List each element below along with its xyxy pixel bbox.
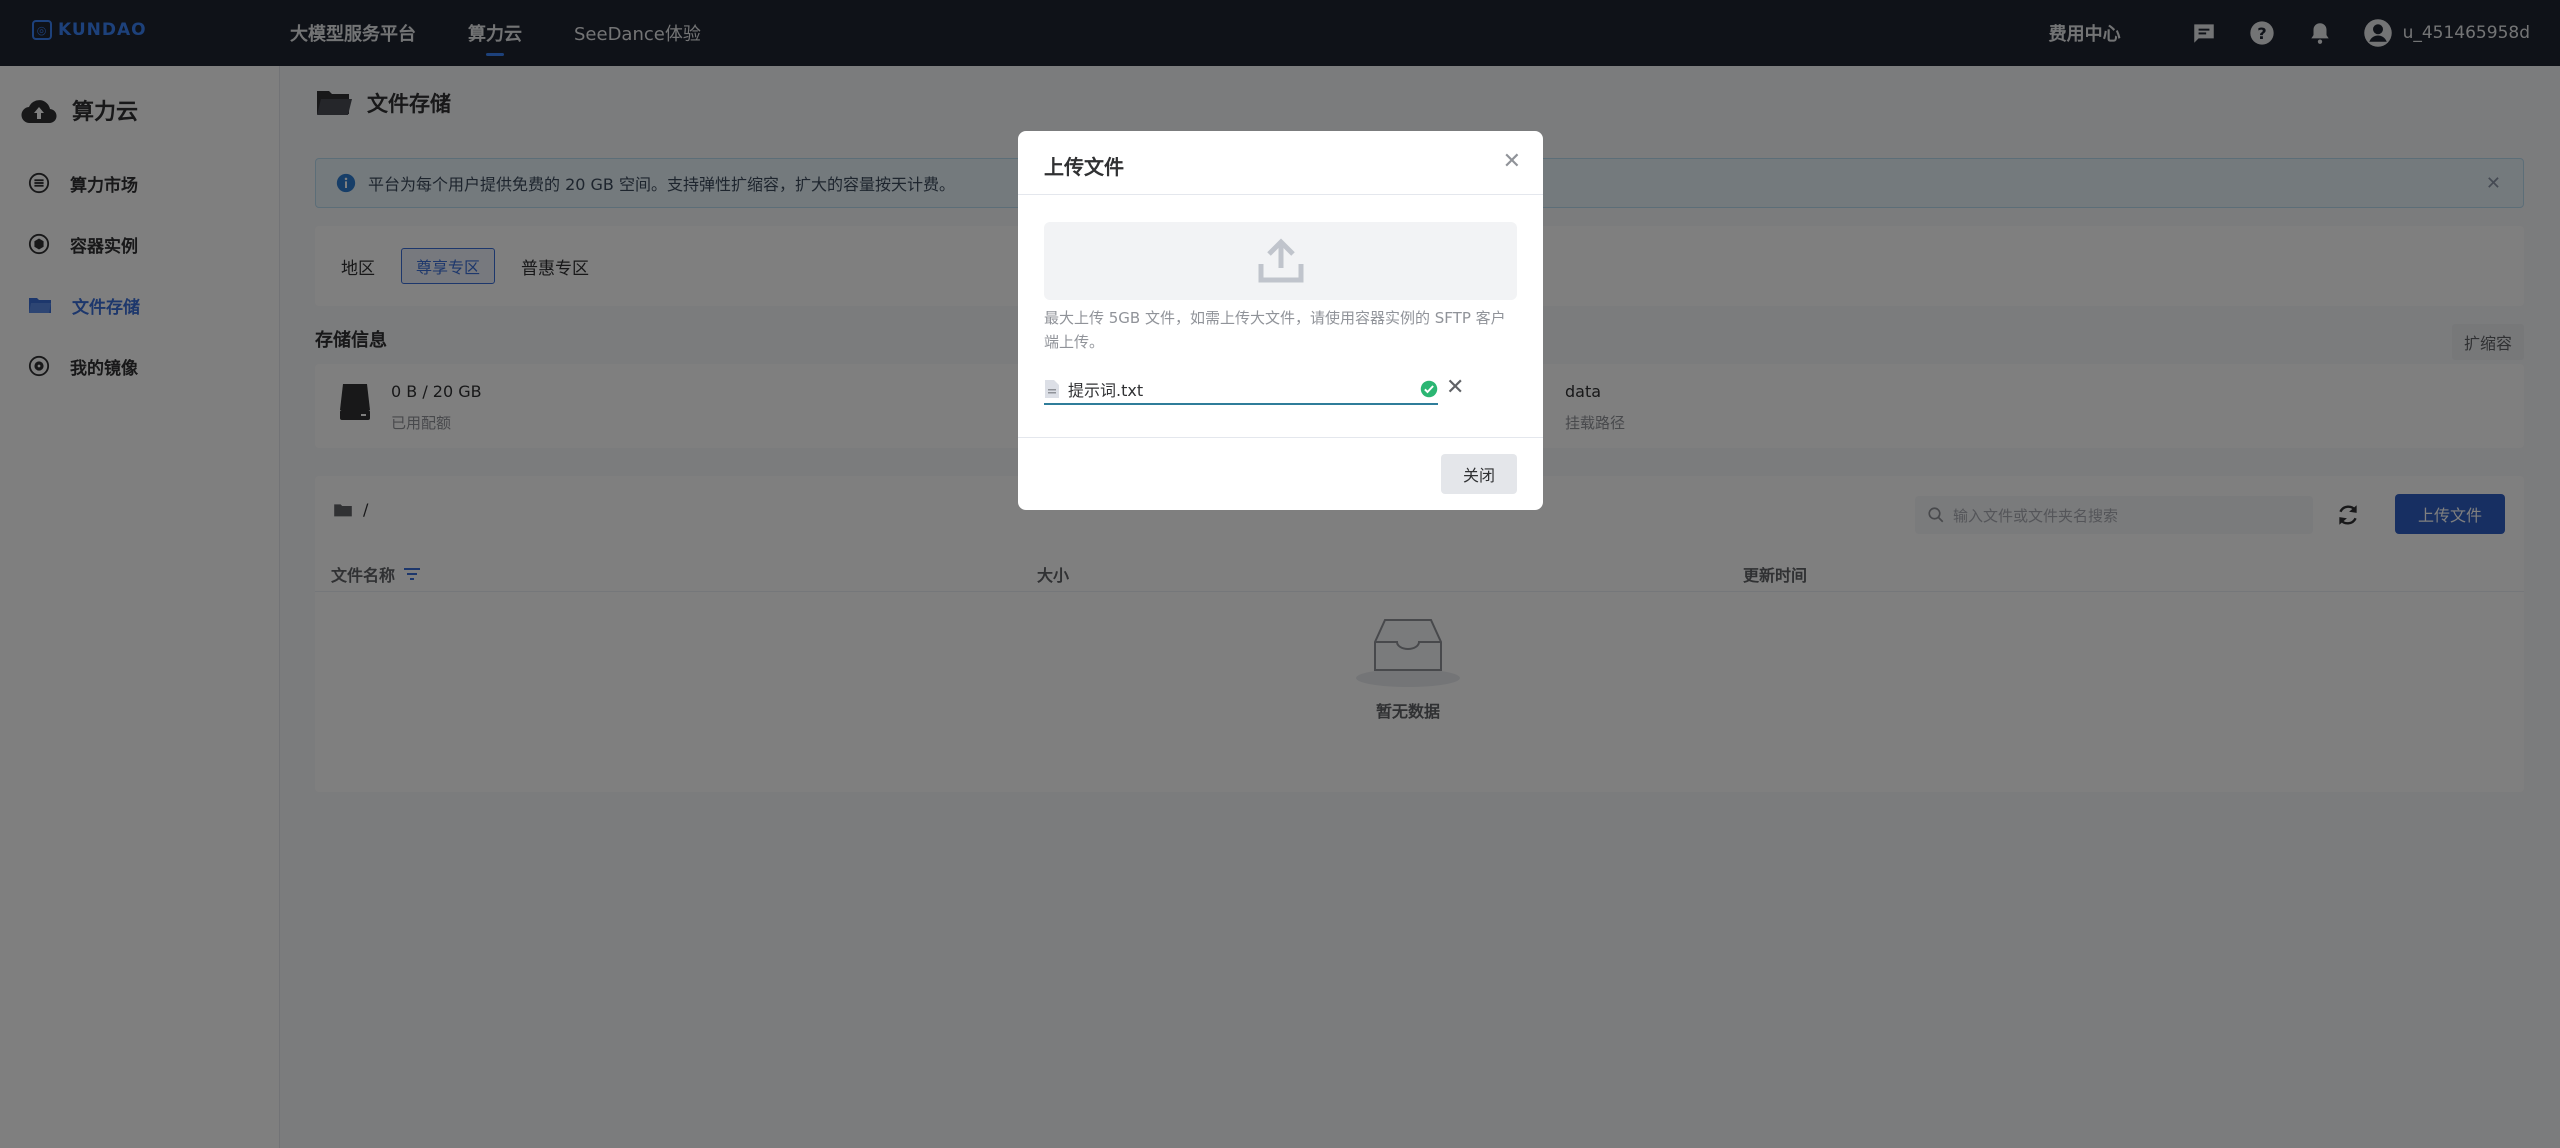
upload-dialog: 上传文件 ✕ 最大上传 5GB 文件，如需上传大文件，请使用容器实例的 SFTP… [1018, 131, 1543, 510]
dialog-footer: 关闭 [1018, 437, 1543, 510]
upload-tip: 最大上传 5GB 文件，如需上传大文件，请使用容器实例的 SFTP 客户端上传。 [1044, 309, 1506, 351]
dialog-header: 上传文件 ✕ [1018, 131, 1543, 195]
dialog-close-icon[interactable]: ✕ [1503, 149, 1521, 174]
upload-icon [1258, 238, 1303, 283]
close-button[interactable]: 关闭 [1441, 454, 1517, 494]
uploaded-file-item: 提示词.txt [1044, 375, 1438, 405]
dialog-title: 上传文件 [1044, 155, 1124, 179]
success-check-icon [1420, 380, 1438, 398]
file-icon [1045, 380, 1059, 398]
file-name: 提示词.txt [1068, 381, 1144, 400]
upload-dropzone[interactable] [1044, 222, 1517, 300]
remove-file-icon[interactable]: ✕ [1446, 375, 1464, 400]
